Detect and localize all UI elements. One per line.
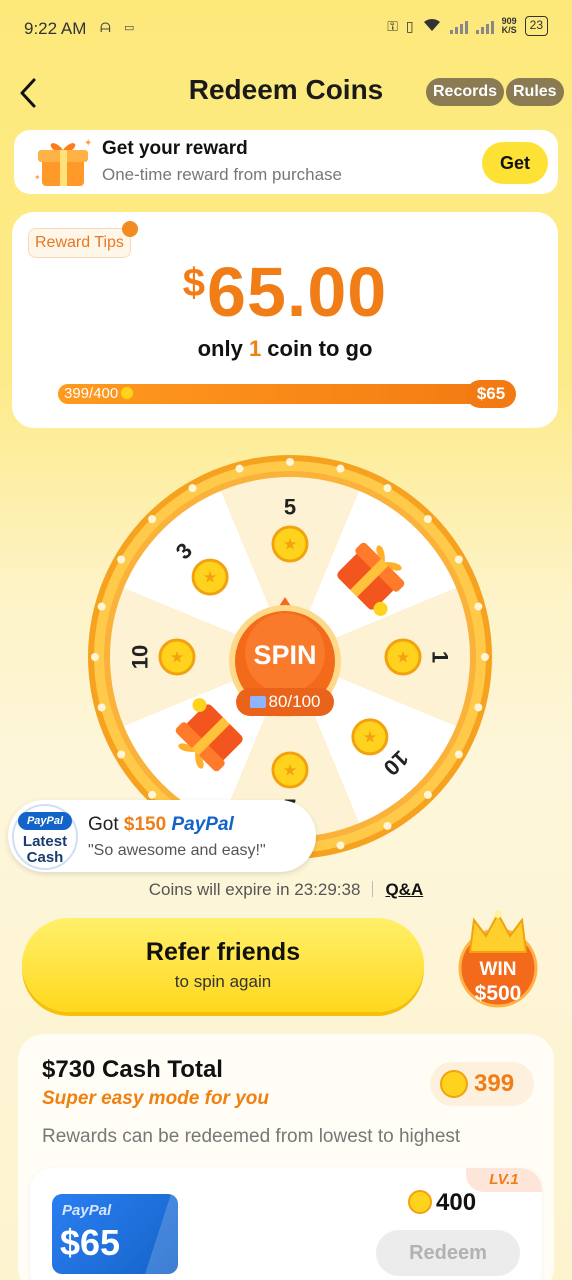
gift-icon: ✦ ✦ [34,136,94,190]
wheel-bulb [148,790,157,799]
latest-cash-toast: PayPal Latest Cash Got $150 PayPal "So aw… [8,800,316,872]
battery-icon: 23 [524,16,548,36]
coin-icon [120,386,135,400]
coin-star-icon: ★ [363,729,377,746]
wifi-icon [422,17,442,36]
wheel-bulb [117,555,126,564]
wheel-bulb [148,515,157,524]
wheel-segment-label: 5 [284,495,296,520]
coin-star-icon: ★ [283,537,297,554]
coin-star-icon: ★ [283,763,297,780]
wheel-bulb [454,555,463,564]
svg-text:✦: ✦ [84,138,92,149]
progress-bar: 399/400 $65 [58,380,516,408]
network-speed: 909 K/S [501,16,517,35]
wheel-bulb [481,653,489,661]
coin-star-icon: ★ [396,650,410,667]
wheel-bulb [423,515,432,524]
svg-text:✦: ✦ [34,173,41,182]
wheel-bulb [97,703,106,712]
wheel-bulb [188,484,197,493]
spin-label: SPIN [253,640,317,670]
rules-button[interactable]: Rules [506,78,564,106]
qa-link[interactable]: Q&A [385,880,423,899]
coin-balance: 399 [430,1062,534,1106]
wheel-bulb [423,790,432,799]
wheel-bulb [235,464,244,473]
latest-cash-badge: PayPal Latest Cash [12,804,78,870]
get-reward-title: Get your reward [102,138,248,159]
coin-icon [408,1190,432,1214]
signal-icon-2 [475,18,494,34]
spin-count: 80/100 [236,688,334,716]
redeem-button[interactable]: Redeem [376,1230,520,1276]
wheel-bulb [336,841,345,850]
wheel-bulb [474,602,483,611]
cash-total-title: $730 Cash Total [42,1056,223,1083]
refer-title: Refer friends [145,938,301,966]
status-bar: 9:22 AM ᗩ ▭ ⚿ ▯ 909 K/S 23 [0,0,572,60]
cash-total-subtitle: Super easy mode for you [42,1088,270,1109]
win-label: WIN $500 [474,959,522,1005]
cash-panel: $730 Cash Total Super easy mode for you … [18,1034,554,1280]
wheel-segment-label: 1 [428,651,453,663]
records-button[interactable]: Records [426,78,505,106]
wheel-bulb [117,750,126,759]
wheel-bulb [474,703,483,712]
progress-target: $65 [466,380,516,408]
wheel-bulb [91,653,99,661]
notification-dot [121,221,138,237]
coin-star-icon: ★ [203,570,217,587]
status-time: 9:22 AM [24,19,87,38]
refer-subtitle: to spin again [174,972,272,991]
vibrate-icon: ▯ [405,17,414,34]
reward-amount: $65.00 [182,253,388,331]
ticket-icon [249,696,266,708]
wheel-bulb [97,602,106,611]
coins-to-go: only 1 coin to go [197,336,373,361]
paypal-card: PayPal $65 [52,1194,178,1274]
wheel-segment-label: 10 [128,645,153,669]
latest-cash-headline: Got $150 PayPal [88,814,234,835]
coin-expiry: Coins will expire in 23:29:38 Q&A [148,880,424,899]
item-cost: 400 [408,1188,476,1218]
get-reward-subtitle: One-time reward from purchase [102,165,342,184]
cash-total-description: Rewards can be redeemed from lowest to h… [42,1126,461,1147]
signal-icon [449,18,468,34]
wheel-bulb [454,750,463,759]
level-badge: LV.1 [466,1168,542,1192]
refer-friends-button[interactable]: Refer friends to spin again [22,918,424,1012]
coin-star-icon: ★ [170,650,184,667]
key-icon: ⚿ [387,17,398,34]
reward-item: LV.1 PayPal $65 400 Redeem [30,1168,542,1280]
wheel-bulb [286,458,294,466]
latest-cash-quote: "So awesome and easy!" [88,842,266,859]
paypal-logo: PayPal [18,812,72,830]
wheel-bulb [336,464,345,473]
wheel-bulb [383,821,392,830]
get-button[interactable]: Get [482,142,548,184]
progress-label: 399/400 [64,385,135,403]
get-reward-banner: ✦ ✦ Get your reward One-time reward from… [14,130,558,194]
notification-icon: ᗩ [100,20,111,35]
wheel-bulb [383,484,392,493]
reward-card: Reward Tips $65.00 only 1 coin to go 399… [12,212,558,428]
message-icon: ▭ [124,22,135,34]
coin-icon [440,1070,468,1098]
